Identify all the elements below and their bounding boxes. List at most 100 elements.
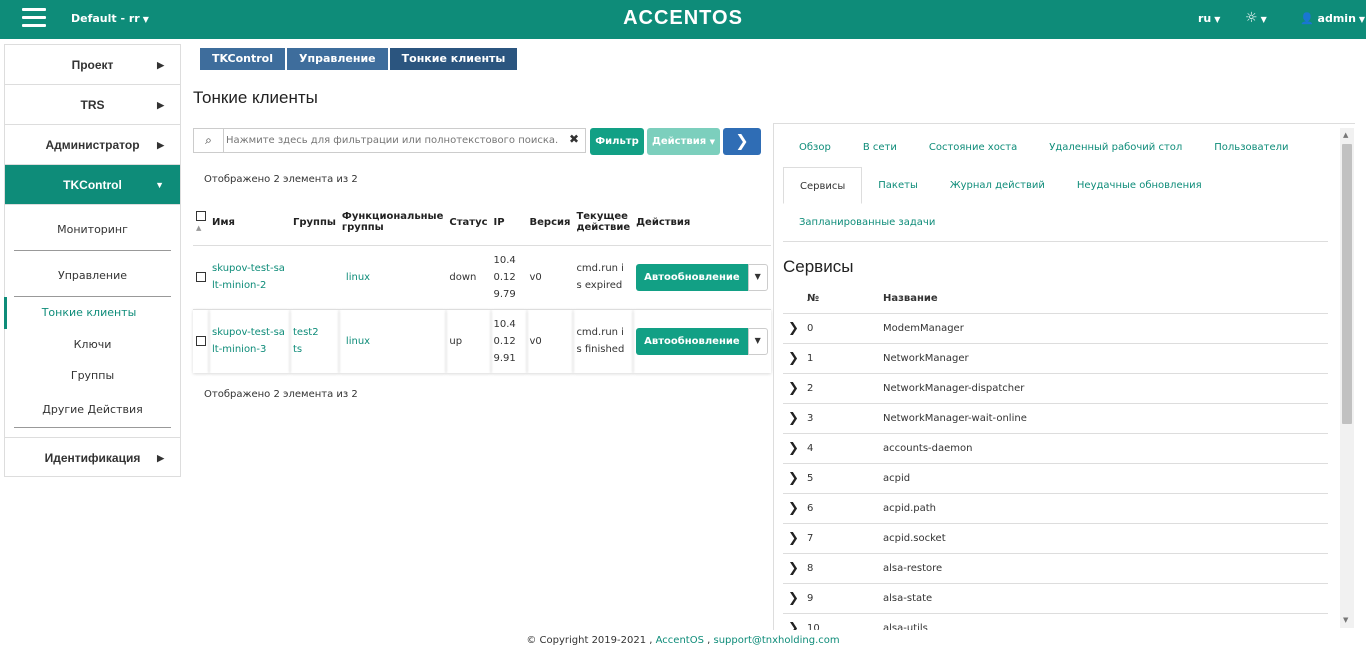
current-action-value: cmd.run is finished bbox=[576, 327, 625, 356]
chevron-right-icon[interactable]: ❯ bbox=[788, 321, 799, 336]
sidebar-item-other-actions[interactable]: Другие Действия bbox=[14, 391, 171, 428]
sidebar-section-project[interactable]: Проект ▶ bbox=[5, 45, 180, 85]
chevron-right-icon[interactable]: ❯ bbox=[788, 531, 799, 546]
chevron-right-icon[interactable]: ❯ bbox=[788, 561, 799, 576]
sidebar-item-keys[interactable]: Ключи bbox=[14, 329, 171, 360]
tab-services[interactable]: Сервисы bbox=[783, 167, 863, 204]
service-row[interactable]: ❯ 6 acpid.path bbox=[783, 494, 1328, 524]
row-action-dropdown-toggle[interactable]: ▼ bbox=[747, 327, 768, 355]
sidebar-section-label: Проект bbox=[71, 58, 114, 72]
sidebar-item-management[interactable]: Управление bbox=[14, 251, 171, 297]
select-all-checkbox[interactable] bbox=[196, 211, 206, 222]
actions-dropdown-button[interactable]: Действия ▼ bbox=[647, 128, 720, 155]
menu-toggle-icon[interactable] bbox=[22, 8, 46, 30]
service-row[interactable]: ❯ 3 NetworkManager-wait-online bbox=[783, 404, 1328, 434]
col-version[interactable]: Версия bbox=[526, 200, 574, 246]
autoupdate-button[interactable]: Автообновление bbox=[636, 327, 748, 355]
current-action-cell: cmd.run is finished bbox=[573, 309, 633, 373]
service-row[interactable]: ❯ 10 alsa-utils bbox=[783, 614, 1328, 630]
scroll-up-icon[interactable]: ▲ bbox=[1343, 131, 1348, 139]
language-selector[interactable]: ru ▼ bbox=[1198, 12, 1220, 25]
brand-link[interactable]: AccentOS bbox=[656, 635, 704, 646]
service-number: 6 bbox=[807, 503, 814, 514]
service-row[interactable]: ❯ 2 NetworkManager-dispatcher bbox=[783, 374, 1328, 404]
row-checkbox[interactable] bbox=[196, 271, 206, 282]
row-checkbox[interactable] bbox=[196, 335, 206, 346]
autoupdate-button[interactable]: Автообновление bbox=[636, 263, 748, 291]
client-name-link[interactable]: skupov-test-salt-minion-3 bbox=[212, 324, 287, 358]
sidebar-item-thin-clients[interactable]: Тонкие клиенты bbox=[4, 297, 171, 329]
chevron-right-icon[interactable]: ❯ bbox=[788, 441, 799, 456]
scrollbar-thumb[interactable] bbox=[1342, 144, 1352, 424]
breadcrumb-item[interactable]: TKControl bbox=[200, 48, 286, 70]
scroll-down-icon[interactable]: ▼ bbox=[1343, 616, 1348, 624]
service-name: acpid bbox=[883, 473, 911, 484]
chevron-right-icon: ▶ bbox=[157, 100, 164, 110]
chevron-right-icon[interactable]: ❯ bbox=[788, 381, 799, 396]
user-menu[interactable]: 👤 admin ▼ bbox=[1300, 12, 1365, 25]
group-link[interactable]: test2ts bbox=[293, 324, 321, 358]
service-number: 10 bbox=[807, 623, 820, 630]
service-row[interactable]: ❯ 4 accounts-daemon bbox=[783, 434, 1328, 464]
sidebar-section-label: TKControl bbox=[63, 178, 122, 192]
sidebar-item-monitoring[interactable]: Мониторинг bbox=[14, 205, 171, 251]
col-current-action[interactable]: Текущее действие bbox=[573, 200, 634, 246]
tab-overview[interactable]: Обзор bbox=[783, 136, 847, 160]
detail-tabs-row1: Обзор В сети Состояние хоста Удаленный р… bbox=[783, 136, 1305, 160]
tab-action-log[interactable]: Журнал действий bbox=[934, 174, 1061, 198]
service-row[interactable]: ❯ 7 acpid.socket bbox=[783, 524, 1328, 554]
sidebar-section-tkcontrol[interactable]: TKControl ▼ bbox=[5, 165, 180, 205]
project-selector[interactable]: Default - rr ▼ bbox=[71, 12, 149, 25]
col-ip[interactable]: IP bbox=[490, 200, 527, 246]
chevron-down-icon: ▼ bbox=[1260, 15, 1267, 24]
breadcrumb-item[interactable]: Управление bbox=[287, 48, 388, 70]
status-cell: down bbox=[449, 271, 477, 283]
clear-icon[interactable]: ✖ bbox=[569, 132, 579, 146]
col-status[interactable]: Статус bbox=[446, 200, 491, 246]
service-row[interactable]: ❯ 0 ModemManager bbox=[783, 314, 1328, 344]
col-groups[interactable]: Группы bbox=[290, 200, 339, 246]
chevron-right-icon[interactable]: ❯ bbox=[788, 411, 799, 426]
tab-online[interactable]: В сети bbox=[847, 136, 913, 160]
col-func-groups[interactable]: Функциональные группы bbox=[338, 200, 447, 246]
chevron-down-icon: ▼ bbox=[142, 15, 149, 24]
chevron-right-icon[interactable]: ❯ bbox=[788, 351, 799, 366]
row-action-dropdown-toggle[interactable]: ▼ bbox=[747, 263, 768, 291]
search-input[interactable] bbox=[226, 131, 564, 150]
sidebar-item-groups[interactable]: Группы bbox=[14, 360, 171, 391]
tab-users[interactable]: Пользователи bbox=[1198, 136, 1304, 160]
service-name: ModemManager bbox=[883, 323, 964, 334]
tab-scheduled-tasks[interactable]: Запланированные задачи bbox=[783, 211, 951, 235]
tab-remote-desktop[interactable]: Удаленный рабочий стол bbox=[1033, 136, 1198, 160]
arrow-right-button[interactable]: ❯ bbox=[723, 128, 761, 155]
func-group-link[interactable]: linux bbox=[346, 272, 370, 283]
service-name: accounts-daemon bbox=[883, 443, 973, 454]
filter-button[interactable]: Фильтр bbox=[590, 128, 644, 155]
chevron-right-icon[interactable]: ❯ bbox=[788, 591, 799, 606]
detail-scrollbar[interactable]: ▲ ▼ bbox=[1340, 128, 1354, 628]
chevron-right-icon[interactable]: ❯ bbox=[788, 501, 799, 516]
tab-host-state[interactable]: Состояние хоста bbox=[913, 136, 1033, 160]
chevron-right-icon[interactable]: ❯ bbox=[788, 621, 799, 630]
sidebar-section-admin[interactable]: Администратор ▶ bbox=[5, 125, 180, 165]
thin-clients-table: ▲ Имя Группы Функциональные группы Стату… bbox=[193, 200, 771, 373]
theme-selector[interactable]: ☼ ▼ bbox=[1245, 10, 1267, 26]
sort-icon[interactable]: ▲ bbox=[196, 224, 201, 232]
col-name[interactable]: Имя bbox=[209, 200, 290, 246]
arrow-right-icon: ❯ bbox=[735, 131, 749, 150]
col-actions: Действия bbox=[633, 200, 771, 246]
tab-failed-updates[interactable]: Неудачные обновления bbox=[1061, 174, 1218, 198]
client-name-link[interactable]: skupov-test-salt-minion-2 bbox=[212, 260, 287, 294]
service-row[interactable]: ❯ 9 alsa-state bbox=[783, 584, 1328, 614]
func-group-link[interactable]: linux bbox=[346, 336, 370, 347]
support-email-link[interactable]: support@tnxholding.com bbox=[713, 635, 839, 646]
chevron-right-icon: ▶ bbox=[157, 60, 164, 70]
language-label: ru bbox=[1198, 12, 1212, 25]
service-row[interactable]: ❯ 8 alsa-restore bbox=[783, 554, 1328, 584]
sidebar-section-trs[interactable]: TRS ▶ bbox=[5, 85, 180, 125]
sidebar-section-identity[interactable]: Идентификация ▶ bbox=[5, 437, 180, 477]
service-row[interactable]: ❯ 1 NetworkManager bbox=[783, 344, 1328, 374]
chevron-right-icon[interactable]: ❯ bbox=[788, 471, 799, 486]
tab-packages[interactable]: Пакеты bbox=[862, 174, 934, 198]
service-row[interactable]: ❯ 5 acpid bbox=[783, 464, 1328, 494]
